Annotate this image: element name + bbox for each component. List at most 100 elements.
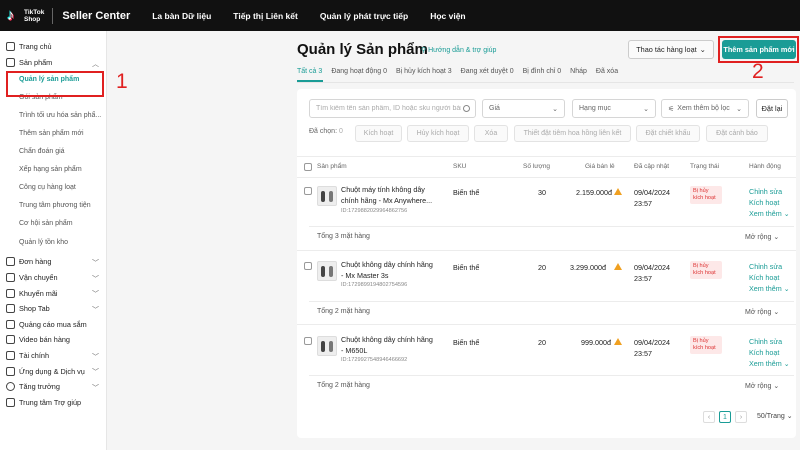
sidebar-sub-optimizer[interactable]: Trình tối ưu hóa sản phẩ... xyxy=(0,106,106,124)
more-filters-button[interactable]: ⚟ Xem thêm bộ lọc ⌄ xyxy=(661,99,749,118)
col-header-updated: Đã cập nhật xyxy=(634,163,670,170)
edit-link[interactable]: Chỉnh sửa xyxy=(749,336,790,347)
sidebar-item-label: Đơn hàng xyxy=(19,257,52,267)
more-link[interactable]: Xem thêm ⌄ xyxy=(749,208,790,219)
updated-time: 23:57 xyxy=(634,199,652,208)
product-name[interactable]: Chuột không dây chính hãng - Mx Master 3… xyxy=(341,259,435,281)
guide-help-link[interactable]: ⚲ Hướng dẫn & trợ giúp xyxy=(421,46,496,54)
select-all-checkbox[interactable] xyxy=(304,163,312,171)
set-alert-button[interactable]: Đặt cảnh báo xyxy=(706,125,768,142)
chevron-down-icon: ⌄ xyxy=(773,309,780,316)
category-select[interactable]: Hạng mục ⌄ xyxy=(572,99,656,118)
activate-button[interactable]: Kích hoạt xyxy=(355,125,402,142)
sidebar-item-shipping[interactable]: Vận chuyển ﹀ xyxy=(0,270,106,286)
sidebar-sub-media-center[interactable]: Trung tâm phương tiện xyxy=(0,197,106,215)
more-link[interactable]: Xem thêm ⌄ xyxy=(749,283,790,294)
prev-page-icon[interactable]: ‹ xyxy=(703,411,715,423)
next-page-icon[interactable]: › xyxy=(735,411,747,423)
guide-help-label: Hướng dẫn & trợ giúp xyxy=(428,47,497,54)
sidebar-sub-inventory[interactable]: Quản lý tồn kho xyxy=(0,233,106,251)
tiktok-logo-icon: ♪ ♪ ♪ xyxy=(6,5,16,25)
chevron-down-icon: ⌄ xyxy=(699,45,706,54)
sidebar-item-shoppable-video[interactable]: Video bán hàng xyxy=(0,332,106,348)
nav-affiliate[interactable]: Tiếp thị Liên kết xyxy=(233,11,298,21)
sidebar-item-products[interactable]: Sản phẩm ︿ xyxy=(0,55,106,71)
price-cell: 3.299.000đ xyxy=(570,263,606,272)
edit-link[interactable]: Chỉnh sửa xyxy=(749,186,790,197)
tab-deleted[interactable]: Đã xóa xyxy=(596,68,618,75)
sku-cell: Biến thể xyxy=(453,188,480,197)
product-name[interactable]: Chuột máy tính không dây chính hãng - Mx… xyxy=(341,184,435,206)
sidebar-item-apps[interactable]: Ứng dụng & Dịch vụ ﹀ xyxy=(0,363,106,379)
tab-suspended[interactable]: Bị đình chỉ 0 xyxy=(523,68,562,75)
sidebar-sub-opportunities[interactable]: Cơ hội sản phẩm xyxy=(0,215,106,233)
reset-button[interactable]: Đặt lại xyxy=(756,99,788,118)
search-placeholder: Tìm kiếm tên sản phẩm, ID hoặc sku người… xyxy=(316,105,461,112)
sidebar-sub-price-diagnosis[interactable]: Chẩn đoán giá xyxy=(0,143,106,161)
more-link[interactable]: Xem thêm ⌄ xyxy=(749,358,790,369)
sidebar-item-finance[interactable]: Tài chính ﹀ xyxy=(0,348,106,364)
nav-livestream[interactable]: Quản lý phát trực tiếp xyxy=(320,11,408,21)
per-page-select[interactable]: 50/Trang ⌄ xyxy=(757,412,793,420)
expand-toggle[interactable]: Mở rộng ⌄ xyxy=(745,233,779,241)
bulk-actions-button[interactable]: Thao tác hàng loạt ⌄ xyxy=(628,40,714,59)
search-input[interactable]: Tìm kiếm tên sản phẩm, ID hoặc sku người… xyxy=(309,99,476,118)
activate-link[interactable]: Kích hoạt xyxy=(749,272,790,283)
tab-deactivated[interactable]: Bị hủy kích hoạt 3 xyxy=(396,68,452,75)
sidebar-item-orders[interactable]: Đơn hàng ﹀ xyxy=(0,254,106,270)
col-header-sku: SKU xyxy=(453,163,467,170)
product-thumbnail[interactable] xyxy=(317,336,337,356)
sidebar-item-shop-tab[interactable]: Shop Tab ﹀ xyxy=(0,301,106,317)
deactivate-button[interactable]: Hủy kích hoạt xyxy=(407,125,469,142)
set-discount-button[interactable]: Đặt chiết khấu xyxy=(636,125,700,142)
expand-toggle[interactable]: Mở rộng ⌄ xyxy=(745,382,779,390)
sidebar-item-help-center[interactable]: Trung tâm Trợ giúp xyxy=(0,394,106,410)
nav-academy[interactable]: Học viện xyxy=(430,11,465,21)
activate-link[interactable]: Kích hoạt xyxy=(749,197,790,208)
chevron-down-icon: ﹀ xyxy=(92,369,99,377)
annotation-number-1: 1 xyxy=(116,70,128,93)
page-number[interactable]: 1 xyxy=(719,411,731,423)
pagination: ‹ 1 › xyxy=(703,411,747,423)
set-affiliate-commission-button[interactable]: Thiết đặt tiêm hoa hồng liên kết xyxy=(514,125,631,142)
col-header-product: Sản phẩm xyxy=(317,163,347,170)
warning-icon xyxy=(614,263,622,270)
activate-link[interactable]: Kích hoạt xyxy=(749,347,790,358)
nav-data-compass[interactable]: La bàn Dữ liệu xyxy=(152,11,211,21)
tiktok-shop-logo[interactable]: ♪ ♪ ♪ TikTok Shop xyxy=(6,5,44,25)
delete-button[interactable]: Xóa xyxy=(474,125,508,142)
sidebar-item-shopping-ads[interactable]: Quảng cáo mua sắm xyxy=(0,317,106,333)
edit-link[interactable]: Chỉnh sửa xyxy=(749,261,790,272)
updated-date: 09/04/2024 xyxy=(634,263,670,272)
tab-active[interactable]: Đang hoạt động 0 xyxy=(331,68,387,75)
row-checkbox[interactable] xyxy=(304,262,312,270)
product-thumbnail[interactable] xyxy=(317,261,337,281)
sidebar-sub-bulk-tools[interactable]: Công cụ hàng loạt xyxy=(0,179,106,197)
sidebar-sub-product-rating[interactable]: Xếp hạng sản phẩm xyxy=(0,161,106,179)
expand-toggle[interactable]: Mở rộng ⌄ xyxy=(745,308,779,316)
tab-label: Tất cả xyxy=(297,68,317,75)
tab-all[interactable]: Tất cả 3 xyxy=(297,68,322,75)
row-checkbox[interactable] xyxy=(304,337,312,345)
quantity-cell: 30 xyxy=(538,188,546,197)
sidebar-item-promotions[interactable]: Khuyến mãi ﹀ xyxy=(0,285,106,301)
tab-reviewing[interactable]: Đang xét duyệt 0 xyxy=(461,68,514,75)
sidebar-item-home[interactable]: Trang chủ xyxy=(0,39,106,55)
chevron-up-icon: ︿ xyxy=(92,60,99,68)
row-checkbox[interactable] xyxy=(304,187,312,195)
sidebar-sub-add-product[interactable]: Thêm sản phẩm mới xyxy=(0,124,106,142)
sidebar-item-growth[interactable]: Tăng trưởng ﹀ xyxy=(0,379,106,395)
box-icon xyxy=(6,57,15,67)
price-select[interactable]: Giá ⌄ xyxy=(482,99,565,118)
col-header-actions: Hành động xyxy=(749,163,781,170)
product-id: ID:1729899194802754596 xyxy=(341,282,408,288)
chevron-down-icon: ⌄ xyxy=(773,383,780,390)
product-name[interactable]: Chuột không dây chính hãng - M650L xyxy=(341,334,435,356)
divider xyxy=(309,301,794,302)
chevron-down-icon: ⌄ xyxy=(783,284,790,293)
warning-icon xyxy=(614,188,622,195)
tab-drafts[interactable]: Nháp xyxy=(570,68,587,75)
tab-count: 3 xyxy=(447,68,452,75)
product-thumbnail[interactable] xyxy=(317,186,337,206)
tab-count: 0 xyxy=(557,68,562,75)
